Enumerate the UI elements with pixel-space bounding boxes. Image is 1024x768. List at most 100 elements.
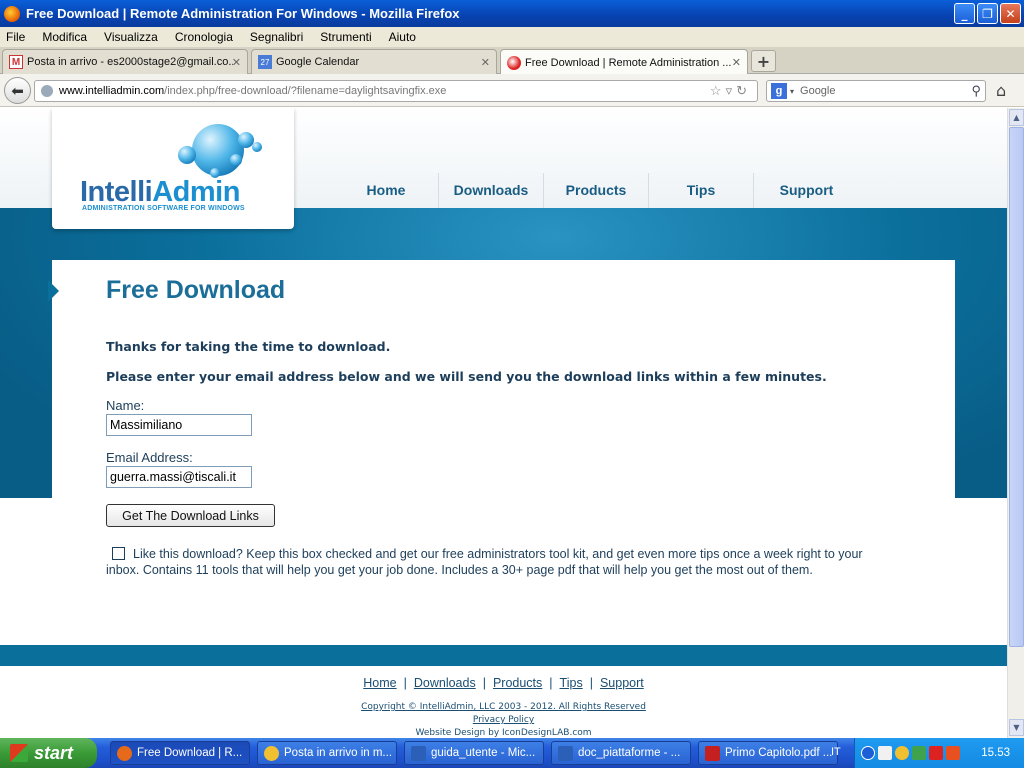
intelliadmin-icon <box>507 55 521 70</box>
search-placeholder: Google <box>800 85 836 97</box>
newsletter-optin: Like this download? Keep this box checke… <box>106 546 896 578</box>
footer-nav: Home | Downloads | Products | Tips | Support <box>363 676 644 690</box>
reload-icon[interactable]: ↻ <box>736 83 751 98</box>
clock: 15.53 <box>981 747 1010 759</box>
close-tab-icon[interactable]: ✕ <box>732 56 741 69</box>
new-tab-button[interactable]: + <box>751 50 776 72</box>
word-document-icon <box>558 745 573 761</box>
website-design-credit[interactable]: Website Design by IconDesignLAB.com <box>0 728 1007 738</box>
nav-products[interactable]: Products <box>544 173 649 208</box>
language-indicator[interactable]: IT <box>831 746 841 758</box>
gmail-icon: M <box>9 55 23 69</box>
scroll-down-arrow-icon[interactable]: ▼ <box>1009 719 1024 736</box>
site-nav: Home Downloads Products Tips Support <box>334 173 859 208</box>
tab-google-calendar[interactable]: 27 Google Calendar ✕ <box>251 49 497 74</box>
name-input[interactable] <box>106 414 252 436</box>
google-search-engine-icon[interactable]: g <box>771 83 787 99</box>
task-label: Free Download | R... <box>137 747 243 759</box>
taskbar-item-mail[interactable]: Posta in arrivo in m... <box>257 741 397 765</box>
nav-tips[interactable]: Tips <box>649 173 754 208</box>
menu-modifica[interactable]: Modifica <box>42 30 87 44</box>
url-bar[interactable]: www.intelliadmin.com/index.php/free-down… <box>34 80 758 102</box>
scroll-up-arrow-icon[interactable]: ▲ <box>1009 109 1024 126</box>
task-label: Primo Capitolo.pdf ... <box>725 747 833 759</box>
firefox-icon <box>117 745 132 761</box>
footer-band <box>0 645 1007 666</box>
email-input[interactable] <box>106 466 252 488</box>
copyright-link[interactable]: Copyright © IntelliAdmin, LLC 2003 - 201… <box>0 702 1007 712</box>
back-arrow-icon: ⬅ <box>11 81 24 100</box>
footer-link-products[interactable]: Products <box>493 676 542 690</box>
logo-tagline: ADMINISTRATION SOFTWARE FOR WINDOWS <box>82 205 245 212</box>
optin-text: Like this download? Keep this box checke… <box>106 547 863 577</box>
menu-file[interactable]: File <box>6 30 25 44</box>
optin-checkbox[interactable] <box>112 547 125 560</box>
start-label: start <box>34 742 74 763</box>
search-icon[interactable]: ⚲ <box>971 83 981 99</box>
vertical-scrollbar[interactable]: ▲ ▼ <box>1007 108 1024 738</box>
email-label: Email Address: <box>106 450 193 465</box>
tab-free-download[interactable]: Free Download | Remote Administration ..… <box>500 49 748 75</box>
search-engine-dropdown-icon[interactable]: ▾ <box>790 87 794 96</box>
nav-home[interactable]: Home <box>334 173 439 208</box>
taskbar-item-pdf[interactable]: Primo Capitolo.pdf ... <box>698 741 838 765</box>
mail-client-icon <box>264 745 279 761</box>
name-label: Name: <box>106 398 145 413</box>
bookmark-star-icon[interactable]: ☆ <box>710 83 726 98</box>
tray-mail-icon[interactable] <box>895 746 909 760</box>
taskbar-item-firefox[interactable]: Free Download | R... <box>110 741 250 765</box>
close-tab-icon[interactable]: ✕ <box>232 56 241 69</box>
site-logo[interactable]: IntelliAdmin ADMINISTRATION SOFTWARE FOR… <box>52 108 294 229</box>
nav-support[interactable]: Support <box>754 173 859 208</box>
footer-link-tips[interactable]: Tips <box>560 676 583 690</box>
close-tab-icon[interactable]: ✕ <box>481 56 490 69</box>
search-bar[interactable]: g ▾ Google ⚲ <box>766 80 986 102</box>
firefox-icon <box>4 5 20 22</box>
menu-segnalibri[interactable]: Segnalibri <box>250 30 303 44</box>
url-bar-icons: ☆▿↻ <box>710 83 751 99</box>
close-window-button[interactable]: ✕ <box>1000 3 1021 24</box>
tab-label: Free Download | Remote Administration ..… <box>525 56 731 69</box>
history-dropdown-icon[interactable]: ▿ <box>726 83 737 98</box>
tray-pdf-icon[interactable] <box>946 746 960 760</box>
tab-label: Google Calendar <box>276 56 360 68</box>
nav-downloads[interactable]: Downloads <box>439 173 544 208</box>
menu-bar: File Modifica Visualizza Cronologia Segn… <box>0 27 1024 47</box>
task-label: guida_utente - Mic... <box>431 747 536 759</box>
start-button[interactable]: start <box>0 738 97 768</box>
url-path: /index.php/free-download/?filename=dayli… <box>164 85 447 97</box>
task-label: Posta in arrivo in m... <box>284 747 393 759</box>
window-title: Free Download | Remote Administration Fo… <box>26 6 460 21</box>
scroll-thumb[interactable] <box>1009 127 1024 647</box>
tray-antivirus-icon[interactable] <box>929 746 943 760</box>
tray-app-icon[interactable] <box>878 746 892 760</box>
tab-bar: M Posta in arrivo - es2000stage2@gmail.c… <box>0 47 1024 75</box>
home-icon[interactable]: ⌂ <box>996 81 1006 100</box>
menu-aiuto[interactable]: Aiuto <box>389 30 416 44</box>
privacy-policy-link[interactable]: Privacy Policy <box>0 715 1007 725</box>
back-button[interactable]: ⬅ <box>4 77 31 104</box>
menu-cronologia[interactable]: Cronologia <box>175 30 233 44</box>
word-document-icon <box>411 745 426 761</box>
taskbar: start Free Download | R... Posta in arri… <box>0 738 1024 768</box>
tab-gmail[interactable]: M Posta in arrivo - es2000stage2@gmail.c… <box>2 49 248 74</box>
minimize-button[interactable]: _ <box>954 3 975 24</box>
taskbar-item-word-guida[interactable]: guida_utente - Mic... <box>404 741 544 765</box>
window-titlebar[interactable]: Free Download | Remote Administration Fo… <box>0 0 1024 27</box>
footer-link-support[interactable]: Support <box>600 676 644 690</box>
get-download-links-button[interactable]: Get The Download Links <box>106 504 275 527</box>
footer-link-home[interactable]: Home <box>363 676 396 690</box>
menu-strumenti[interactable]: Strumenti <box>320 30 371 44</box>
task-label: doc_piattaforme - ... <box>578 747 681 759</box>
thanks-message: Thanks for taking the time to download. <box>106 339 391 354</box>
navigation-bar: ⬅ www.intelliadmin.com/index.php/free-do… <box>0 74 1024 107</box>
calendar-icon: 27 <box>258 55 272 69</box>
tray-expand-icon[interactable] <box>861 746 875 760</box>
instructions-message: Please enter your email address below an… <box>106 369 827 384</box>
footer-link-downloads[interactable]: Downloads <box>414 676 476 690</box>
menu-visualizza[interactable]: Visualizza <box>104 30 158 44</box>
tray-network-icon[interactable] <box>912 746 926 760</box>
system-tray: IT 15.53 <box>831 738 1024 768</box>
taskbar-item-word-doc[interactable]: doc_piattaforme - ... <box>551 741 691 765</box>
restore-button[interactable]: ❐ <box>977 3 998 24</box>
